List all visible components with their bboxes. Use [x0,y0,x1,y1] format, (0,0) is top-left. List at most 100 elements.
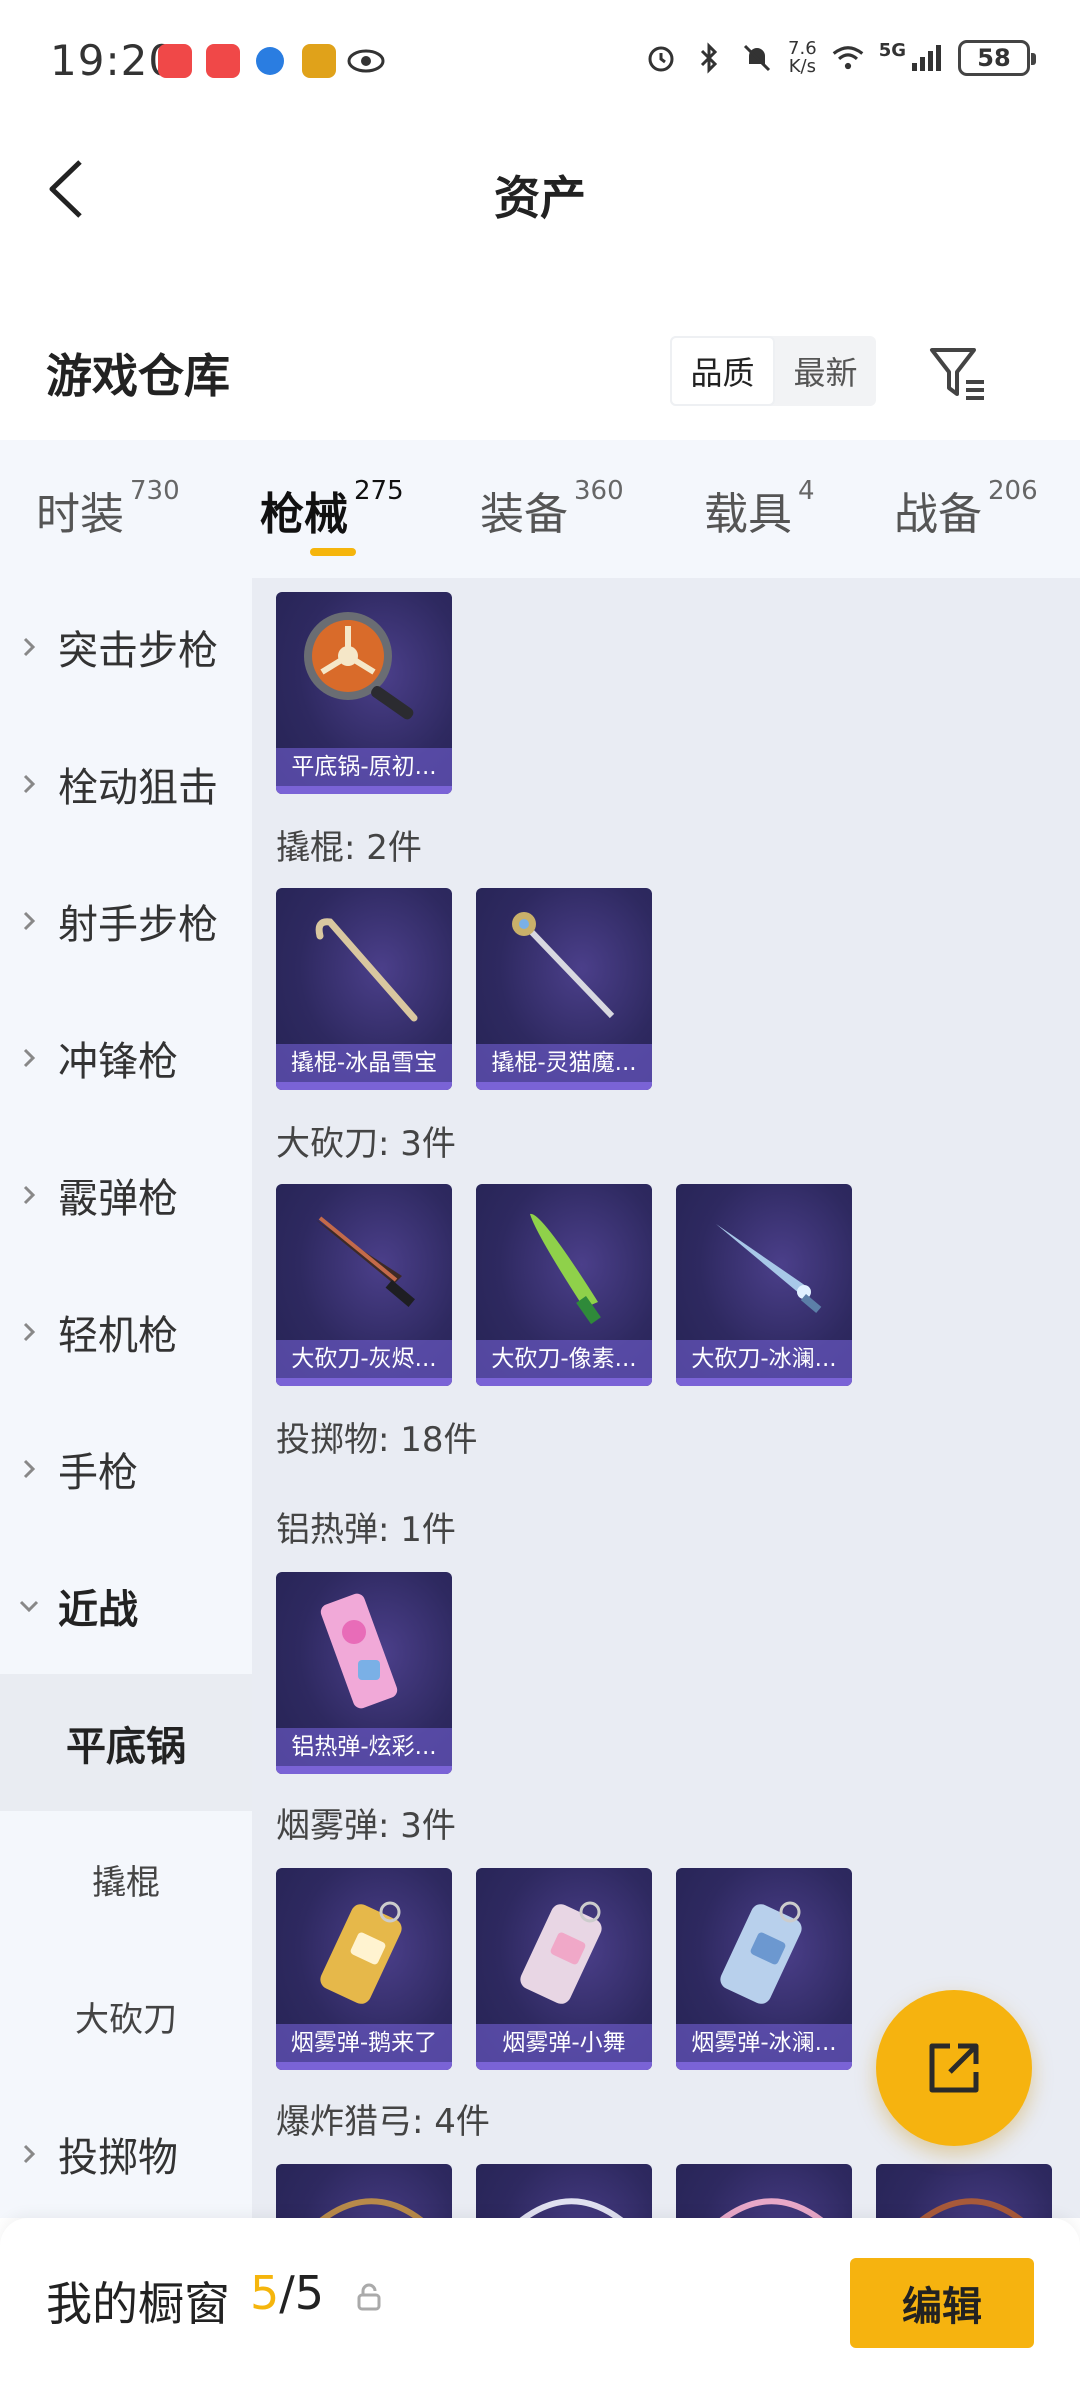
sidebar-item-shotgun[interactable]: 霰弹枪 [0,1126,252,1263]
sidebar-item-throwables[interactable]: 投掷物 [0,2085,252,2222]
sort-toggle: 品质 最新 [670,336,876,406]
tab-label: 载具 [704,489,792,540]
category-tabs: 时装 730 枪械 275 装备 360 载具 4 战备 206 [0,440,1080,578]
smoke-grenade-image [320,1901,402,2004]
sidebar-subitem-crowbar[interactable]: 撬棍 [0,1811,252,1948]
weapon-type-sidebar: 突击步枪 栓动狙击 射手步枪 冲锋枪 霰弹枪 轻机枪 手枪 近战 平底锅 撬棍 … [0,578,252,2218]
share-fab-button[interactable] [876,1990,1032,2146]
item-card-name: 烟雾弹-小舞 [476,2024,652,2062]
tab-count: 275 [354,476,404,506]
tab-vehicles[interactable]: 载具 4 [704,476,815,548]
machete-image [316,1216,415,1307]
bluetooth-icon [692,41,726,75]
sort-quality-button[interactable]: 品质 [670,336,775,406]
sidebar-item-smg[interactable]: 冲锋枪 [0,989,252,1126]
filter-button[interactable] [924,338,994,408]
sidebar-item-label: 突击步枪 [58,627,218,674]
sidebar-item-pistol[interactable]: 手枪 [0,1400,252,1537]
item-card[interactable]: 大砍刀-灰烬... [276,1184,452,1386]
item-card-name: 大砍刀-像素... [476,1340,652,1378]
item-card[interactable] [676,2164,852,2218]
chevron-right-icon [0,1047,58,1069]
item-card-name: 铝热弹-炫彩... [276,1728,452,1766]
group-title: 大砍刀: 3件 [276,1124,456,1164]
tab-firearms[interactable]: 枪械 275 [260,476,404,548]
group-title: 投掷物: 18件 [276,1420,478,1460]
item-card[interactable] [876,2164,1052,2218]
item-card-name: 烟雾弹-鹅来了 [276,2024,452,2062]
crowbar-image [512,912,615,1019]
warehouse-header: 游戏仓库 品质 最新 [0,310,1080,440]
warehouse-title: 游戏仓库 [46,349,230,403]
item-card[interactable]: 烟雾弹-小舞 [476,1868,652,2070]
status-icons: 7.6 K/s 5G 58 [644,39,1036,76]
machete-image [530,1213,601,1325]
sidebar-subitem-frying-pan[interactable]: 平底锅 [0,1674,252,1811]
mute-bell-icon [740,41,774,75]
tab-fashion[interactable]: 时装 730 [36,476,180,548]
chevron-down-icon [0,1599,58,1613]
showcase-bar: 我的橱窗 5/5 编辑 [0,2218,1080,2382]
page-title: 资产 [494,171,586,225]
sidebar-item-label: 近战 [58,1586,138,1633]
lock-icon [357,2283,381,2311]
item-card[interactable]: 大砍刀-像素... [476,1184,652,1386]
chevron-right-icon [0,2143,58,2165]
sidebar-subitem-machete[interactable]: 大砍刀 [0,1948,252,2085]
alarm-icon [644,41,678,75]
item-card[interactable] [476,2164,652,2218]
item-card[interactable]: 铝热弹-炫彩... [276,1572,452,1774]
network-type: 5G [878,39,906,61]
status-bar: 19:20 7.6 K/s 5G 58 [0,0,1080,124]
showcase-current: 5 [250,2266,280,2320]
item-card[interactable]: 撬棍-冰晶雪宝 [276,888,452,1090]
showcase-count: 5/5 [250,2266,324,2320]
item-card[interactable]: 大砍刀-冰澜... [676,1184,852,1386]
sidebar-item-assault-rifle[interactable]: 突击步枪 [0,578,252,715]
sidebar-item-label: 轻机枪 [58,1312,178,1359]
chevron-right-icon [0,910,58,932]
item-card[interactable]: 平底锅-原初... [276,592,452,794]
bow-image [319,2198,424,2218]
sidebar-item-label: 霰弹枪 [58,1175,178,1222]
sidebar-item-label: 栓动狙击 [58,764,218,811]
chevron-right-icon [0,1184,58,1206]
group-title: 烟雾弹: 3件 [276,1806,456,1846]
edit-button[interactable]: 编辑 [850,2258,1034,2348]
item-card[interactable]: 烟雾弹-冰澜... [676,1868,852,2070]
crowbar-image [315,918,418,1022]
item-card-name: 撬棍-灵猫魔... [476,1044,652,1082]
item-card[interactable]: 撬棍-灵猫魔... [476,888,652,1090]
sidebar-item-melee[interactable]: 近战 [0,1537,252,1674]
filter-icon [930,348,984,400]
sidebar-item-bolt-sniper[interactable]: 栓动狙击 [0,715,252,852]
item-card-name: 大砍刀-灰烬... [276,1340,452,1378]
tab-count: 730 [130,476,180,506]
sidebar-item-marksman-rifle[interactable]: 射手步枪 [0,852,252,989]
sidebar-subitem-label: 撬棍 [92,1863,160,1903]
item-card[interactable]: 烟雾弹-鹅来了 [276,1868,452,2070]
notification-app-icon [302,44,336,78]
chevron-right-icon [0,636,58,658]
net-speed: 7.6 K/s [788,40,817,76]
active-tab-indicator [310,548,356,556]
chevron-right-icon [0,1458,58,1480]
bow-image [719,2198,824,2218]
tab-count: 4 [798,476,815,506]
sidebar-item-lmg[interactable]: 轻机枪 [0,1263,252,1400]
smoke-grenade-image [720,1901,802,2004]
tab-label: 装备 [480,489,568,540]
tab-label: 时装 [36,489,124,540]
item-card[interactable] [276,2164,452,2218]
showcase-title: 我的橱窗 [46,2277,230,2331]
chevron-right-icon [0,773,58,795]
net-speed-unit: K/s [788,56,816,77]
tab-supplies[interactable]: 战备 206 [894,476,1038,548]
bow-image [919,2198,1024,2218]
sidebar-item-label: 投掷物 [58,2134,178,2181]
chevron-right-icon [0,1321,58,1343]
sidebar-item-label: 手枪 [58,1449,138,1496]
sort-newest-button[interactable]: 最新 [775,336,876,406]
signal-icon [910,41,944,75]
tab-equipment[interactable]: 装备 360 [480,476,624,548]
